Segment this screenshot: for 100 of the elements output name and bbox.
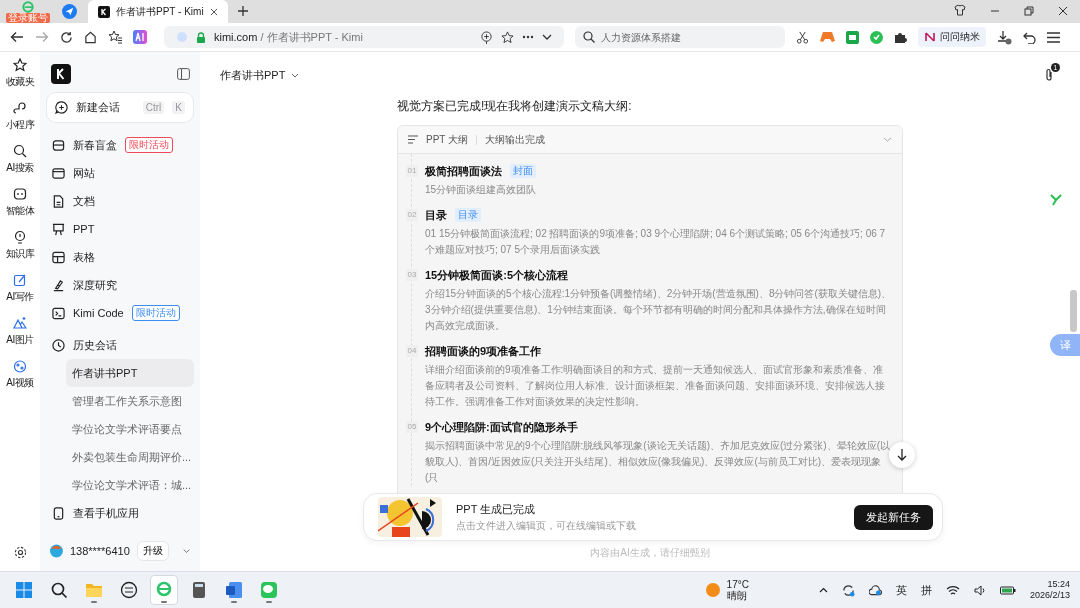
- book-icon[interactable]: [846, 30, 859, 44]
- outline-label: PPT 大纲: [426, 132, 469, 147]
- history-item[interactable]: 作者讲书PPT: [66, 359, 194, 387]
- star-icon[interactable]: [501, 30, 514, 44]
- nav-item[interactable]: 深度研究: [46, 271, 194, 299]
- input-method-indicator[interactable]: 英: [895, 582, 907, 598]
- nav-label: 查看手机应用: [73, 505, 139, 521]
- box-icon: [52, 138, 65, 152]
- rail-item[interactable]: AI视频: [6, 359, 34, 390]
- rail-item[interactable]: AI搜索: [6, 144, 34, 175]
- nav-item[interactable]: 表格: [46, 243, 194, 271]
- home-icon[interactable]: [84, 30, 97, 44]
- browser-logo-icon: [155, 581, 173, 599]
- check-badge-icon[interactable]: [870, 30, 883, 44]
- sync-icon[interactable]: [841, 583, 855, 597]
- cloud-icon[interactable]: [868, 584, 882, 596]
- rail-item[interactable]: AI写作: [6, 273, 34, 304]
- slide-number: 05: [406, 421, 418, 433]
- plus-chat-icon: [55, 101, 68, 114]
- settings-icon[interactable]: [13, 546, 27, 559]
- notice-title: PPT 生成已完成: [456, 501, 537, 517]
- rail-item[interactable]: 智能体: [5, 187, 35, 218]
- gamepad-icon[interactable]: [820, 31, 835, 43]
- search-field[interactable]: 人力资源体系搭建: [575, 26, 785, 48]
- lock-icon: [196, 31, 206, 43]
- avatar-icon[interactable]: [50, 542, 63, 560]
- history-item[interactable]: 学位论文学术评语：城...: [66, 471, 194, 499]
- k-logo-icon[interactable]: [51, 64, 71, 84]
- input-method-indicator[interactable]: 拼: [920, 582, 932, 598]
- nav-item[interactable]: 文档: [46, 187, 194, 215]
- scissors-icon[interactable]: [796, 30, 809, 44]
- slide-title: 招聘面谈的9项准备工作: [425, 343, 542, 359]
- address-bar[interactable]: kimi.com / 作者讲书PPT - Kimi: [164, 26, 564, 48]
- nav-item[interactable]: 查看手机应用: [46, 499, 194, 527]
- calculator-icon: [190, 581, 208, 599]
- slide-description: 揭示招聘面谈中常见的9个心理陷阱:脱线风筝现象(谈论无关话题)、齐加尼克效应(过分紧张)、晕轮效应(以貌取人)、首因/近因效应(只关注开头结尾)、相似效应(像我偏见)、反弹效应(与前员工对比)、爱表现现象(只: [425, 439, 891, 485]
- promo-badge: 限时活动: [131, 305, 180, 321]
- bookmark-star-icon[interactable]: [108, 30, 122, 44]
- folder-icon: [85, 581, 103, 599]
- table-icon: [52, 250, 65, 264]
- chevron-up-icon[interactable]: [818, 587, 828, 593]
- history-heading[interactable]: 历史会话: [46, 331, 194, 359]
- battery-icon[interactable]: [999, 585, 1016, 595]
- nav-item[interactable]: 网站: [46, 159, 194, 187]
- arrow-down-icon: [897, 449, 907, 461]
- history-item[interactable]: 外卖包装生命周期评价...: [66, 443, 194, 471]
- promo-badge: 限时活动: [125, 137, 173, 153]
- history-item[interactable]: 学位论文学术评语要点: [66, 415, 194, 443]
- more-icon[interactable]: [522, 35, 534, 39]
- k-logo-icon: [98, 5, 110, 18]
- puzzle-icon[interactable]: [894, 30, 907, 44]
- extension-button[interactable]: 问问纳米: [918, 27, 986, 47]
- sun-icon: [704, 582, 721, 598]
- new-chat-button[interactable]: 新建会话 Ctrl K: [46, 92, 194, 123]
- user-name: 138****6410: [69, 545, 130, 557]
- notice-card[interactable]: PPT 生成已完成 点击文件进入编辑页，可在线编辑或下载 发起新任务: [363, 493, 943, 541]
- rail-item[interactable]: AI图片: [6, 316, 34, 347]
- new-tab-icon[interactable]: [238, 6, 248, 16]
- browser-tab[interactable]: 作者讲书PPT - Kimi: [88, 0, 228, 23]
- chat-icon: [260, 581, 278, 599]
- history-item[interactable]: 管理者工作关系示意图: [66, 387, 194, 415]
- menu-icon[interactable]: [1047, 31, 1060, 43]
- back-icon[interactable]: [10, 30, 24, 44]
- nav-item[interactable]: PPT: [46, 215, 194, 243]
- location-pin-icon[interactable]: [480, 30, 493, 44]
- undo-icon[interactable]: [1023, 30, 1036, 44]
- clock-icon: [52, 338, 65, 352]
- ai-icon[interactable]: [133, 30, 147, 44]
- restore-icon[interactable]: [1024, 6, 1034, 16]
- shirt-icon[interactable]: [954, 4, 966, 16]
- scrollbar-thumb[interactable]: [1070, 290, 1077, 332]
- sidebar-toggle-icon[interactable]: [177, 68, 190, 80]
- nav-label: 新春盲盒: [73, 137, 117, 153]
- wifi-icon[interactable]: [945, 584, 960, 596]
- close-icon[interactable]: [210, 7, 218, 16]
- close-icon[interactable]: [1058, 6, 1068, 16]
- slide-title: 15分钟极简面谈:5个核心流程: [425, 267, 569, 283]
- rail-item[interactable]: 小程序: [5, 101, 35, 132]
- document-app-icon: [225, 581, 243, 599]
- speaker-icon[interactable]: [973, 584, 986, 596]
- tab-title: 作者讲书PPT - Kimi: [116, 4, 204, 19]
- rail-item[interactable]: 知识库: [5, 230, 35, 261]
- nav-label: 深度研究: [73, 277, 117, 293]
- nav-item[interactable]: 新春盲盒 限时活动: [46, 131, 194, 159]
- url-text: kimi.com / 作者讲书PPT - Kimi: [214, 29, 363, 45]
- reload-icon[interactable]: [60, 30, 73, 44]
- slide-description: 01 15分钟极简面谈流程; 02 招聘面谈的9项准备; 03 9个心理陷阱; 04 6个测试策略; 05 6个沟通技巧; 06 7个难题应对技巧; 07 5个录用后面谈实践: [425, 227, 887, 257]
- rail-item[interactable]: 收藏夹: [5, 58, 35, 89]
- paperclip-icon[interactable]: [1044, 68, 1054, 82]
- nav-item[interactable]: Kimi Code 限时活动: [46, 299, 194, 327]
- shortcut-key: Ctrl: [142, 101, 165, 114]
- new-task-button[interactable]: 发起新任务: [854, 504, 933, 530]
- download-icon[interactable]: [997, 29, 1012, 45]
- temperature-text: 17°C: [726, 579, 749, 590]
- upgrade-button[interactable]: 升级: [136, 541, 169, 561]
- chevron-down-icon[interactable]: [542, 34, 552, 40]
- chevron-down-icon[interactable]: [291, 72, 300, 78]
- chat-title[interactable]: 作者讲书PPT: [220, 67, 286, 83]
- nav-label: PPT: [73, 223, 95, 235]
- scroll-down-button[interactable]: [889, 442, 915, 468]
